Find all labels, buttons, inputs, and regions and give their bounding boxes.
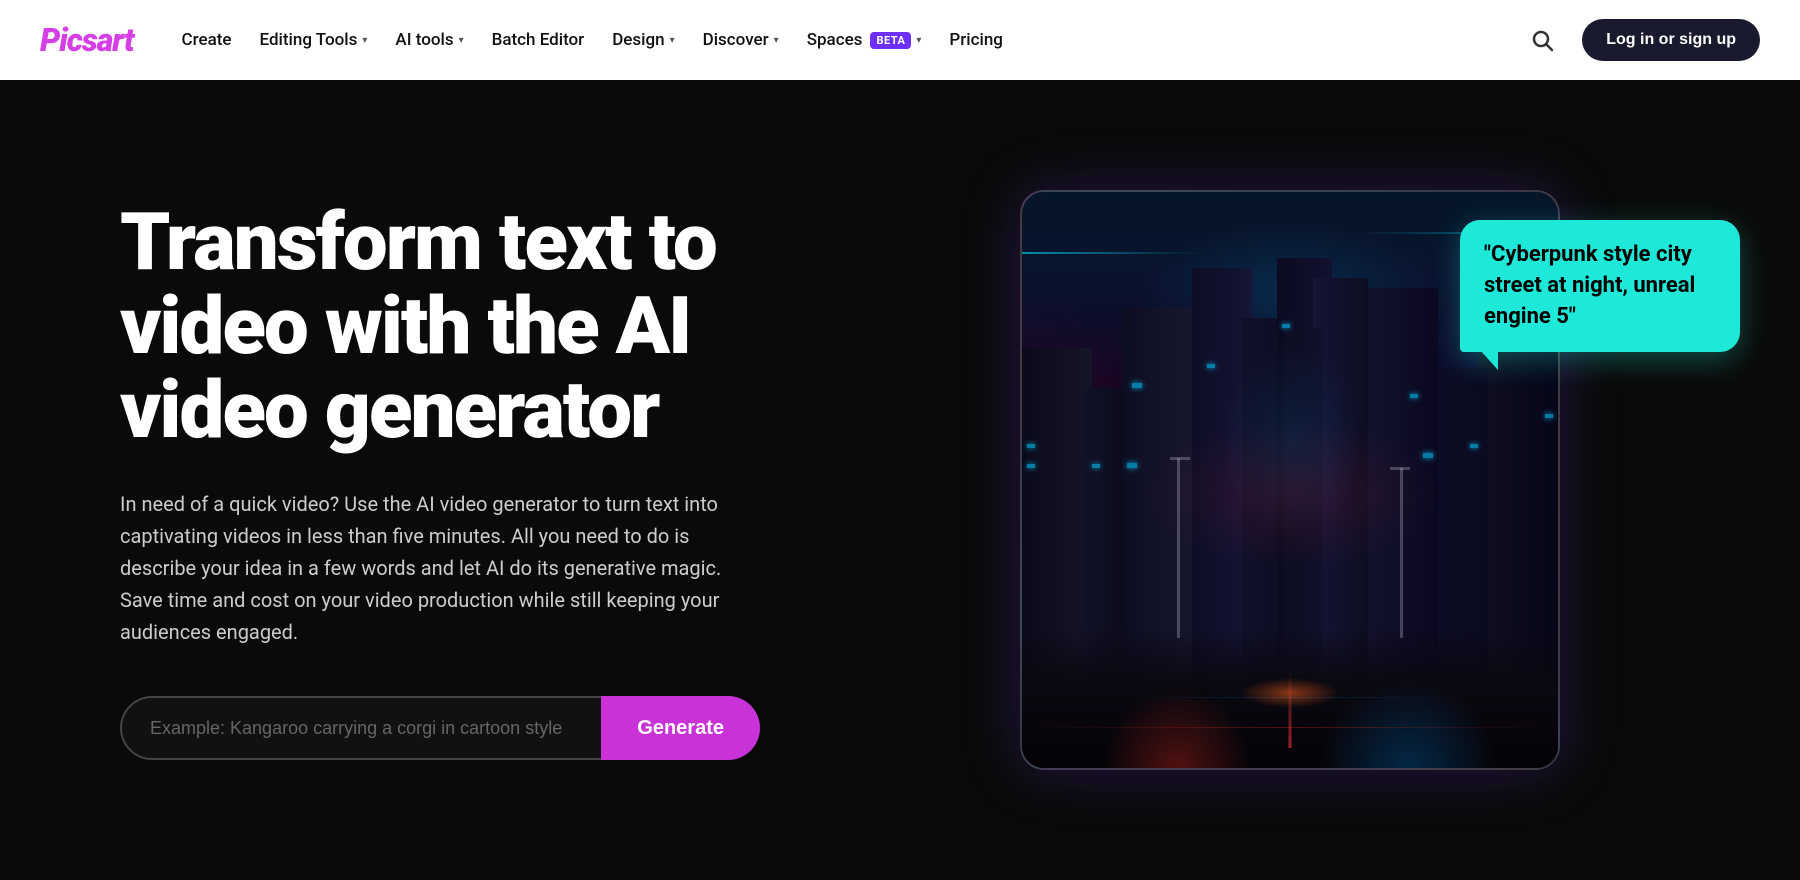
text-to-video-input[interactable] [120, 696, 601, 760]
chevron-down-icon: ▾ [459, 35, 464, 46]
nav-item-pricing[interactable]: Pricing [937, 22, 1015, 58]
chat-bubble: "Cyberpunk style city street at night, u… [1460, 220, 1740, 352]
login-button[interactable]: Log in or sign up [1582, 19, 1760, 61]
hero-input-row: Generate [120, 696, 760, 760]
logo[interactable]: Picsart [40, 21, 134, 59]
nav-item-create[interactable]: Create [170, 22, 244, 58]
chevron-down-icon: ▾ [774, 35, 779, 46]
search-icon [1530, 28, 1554, 52]
hero-subtitle: In need of a quick video? Use the AI vid… [120, 488, 740, 648]
generate-button[interactable]: Generate [601, 696, 760, 760]
nav-item-batch-editor[interactable]: Batch Editor [480, 22, 597, 58]
hero-section: Transform text to video with the AI vide… [0, 80, 1800, 880]
chevron-down-icon: ▾ [670, 35, 675, 46]
hero-right: "Cyberpunk style city street at night, u… [860, 180, 1720, 780]
nav-item-ai-tools[interactable]: AI tools ▾ [383, 22, 475, 58]
nav-item-discover[interactable]: Discover ▾ [691, 22, 791, 58]
hero-left: Transform text to video with the AI vide… [120, 200, 800, 760]
nav-item-design[interactable]: Design ▾ [600, 22, 686, 58]
chevron-down-icon: ▾ [362, 35, 367, 46]
chevron-down-icon: ▾ [916, 35, 921, 46]
header-right: Log in or sign up [1522, 19, 1760, 61]
nav-item-spaces[interactable]: Spaces BETA ▾ [795, 22, 934, 58]
hero-title: Transform text to video with the AI vide… [120, 200, 800, 452]
header: Picsart Create Editing Tools ▾ AI tools … [0, 0, 1800, 80]
main-nav: Create Editing Tools ▾ AI tools ▾ Batch … [170, 22, 1487, 58]
beta-badge: BETA [870, 32, 911, 49]
nav-item-editing-tools[interactable]: Editing Tools ▾ [248, 22, 380, 58]
search-button[interactable] [1522, 20, 1562, 60]
